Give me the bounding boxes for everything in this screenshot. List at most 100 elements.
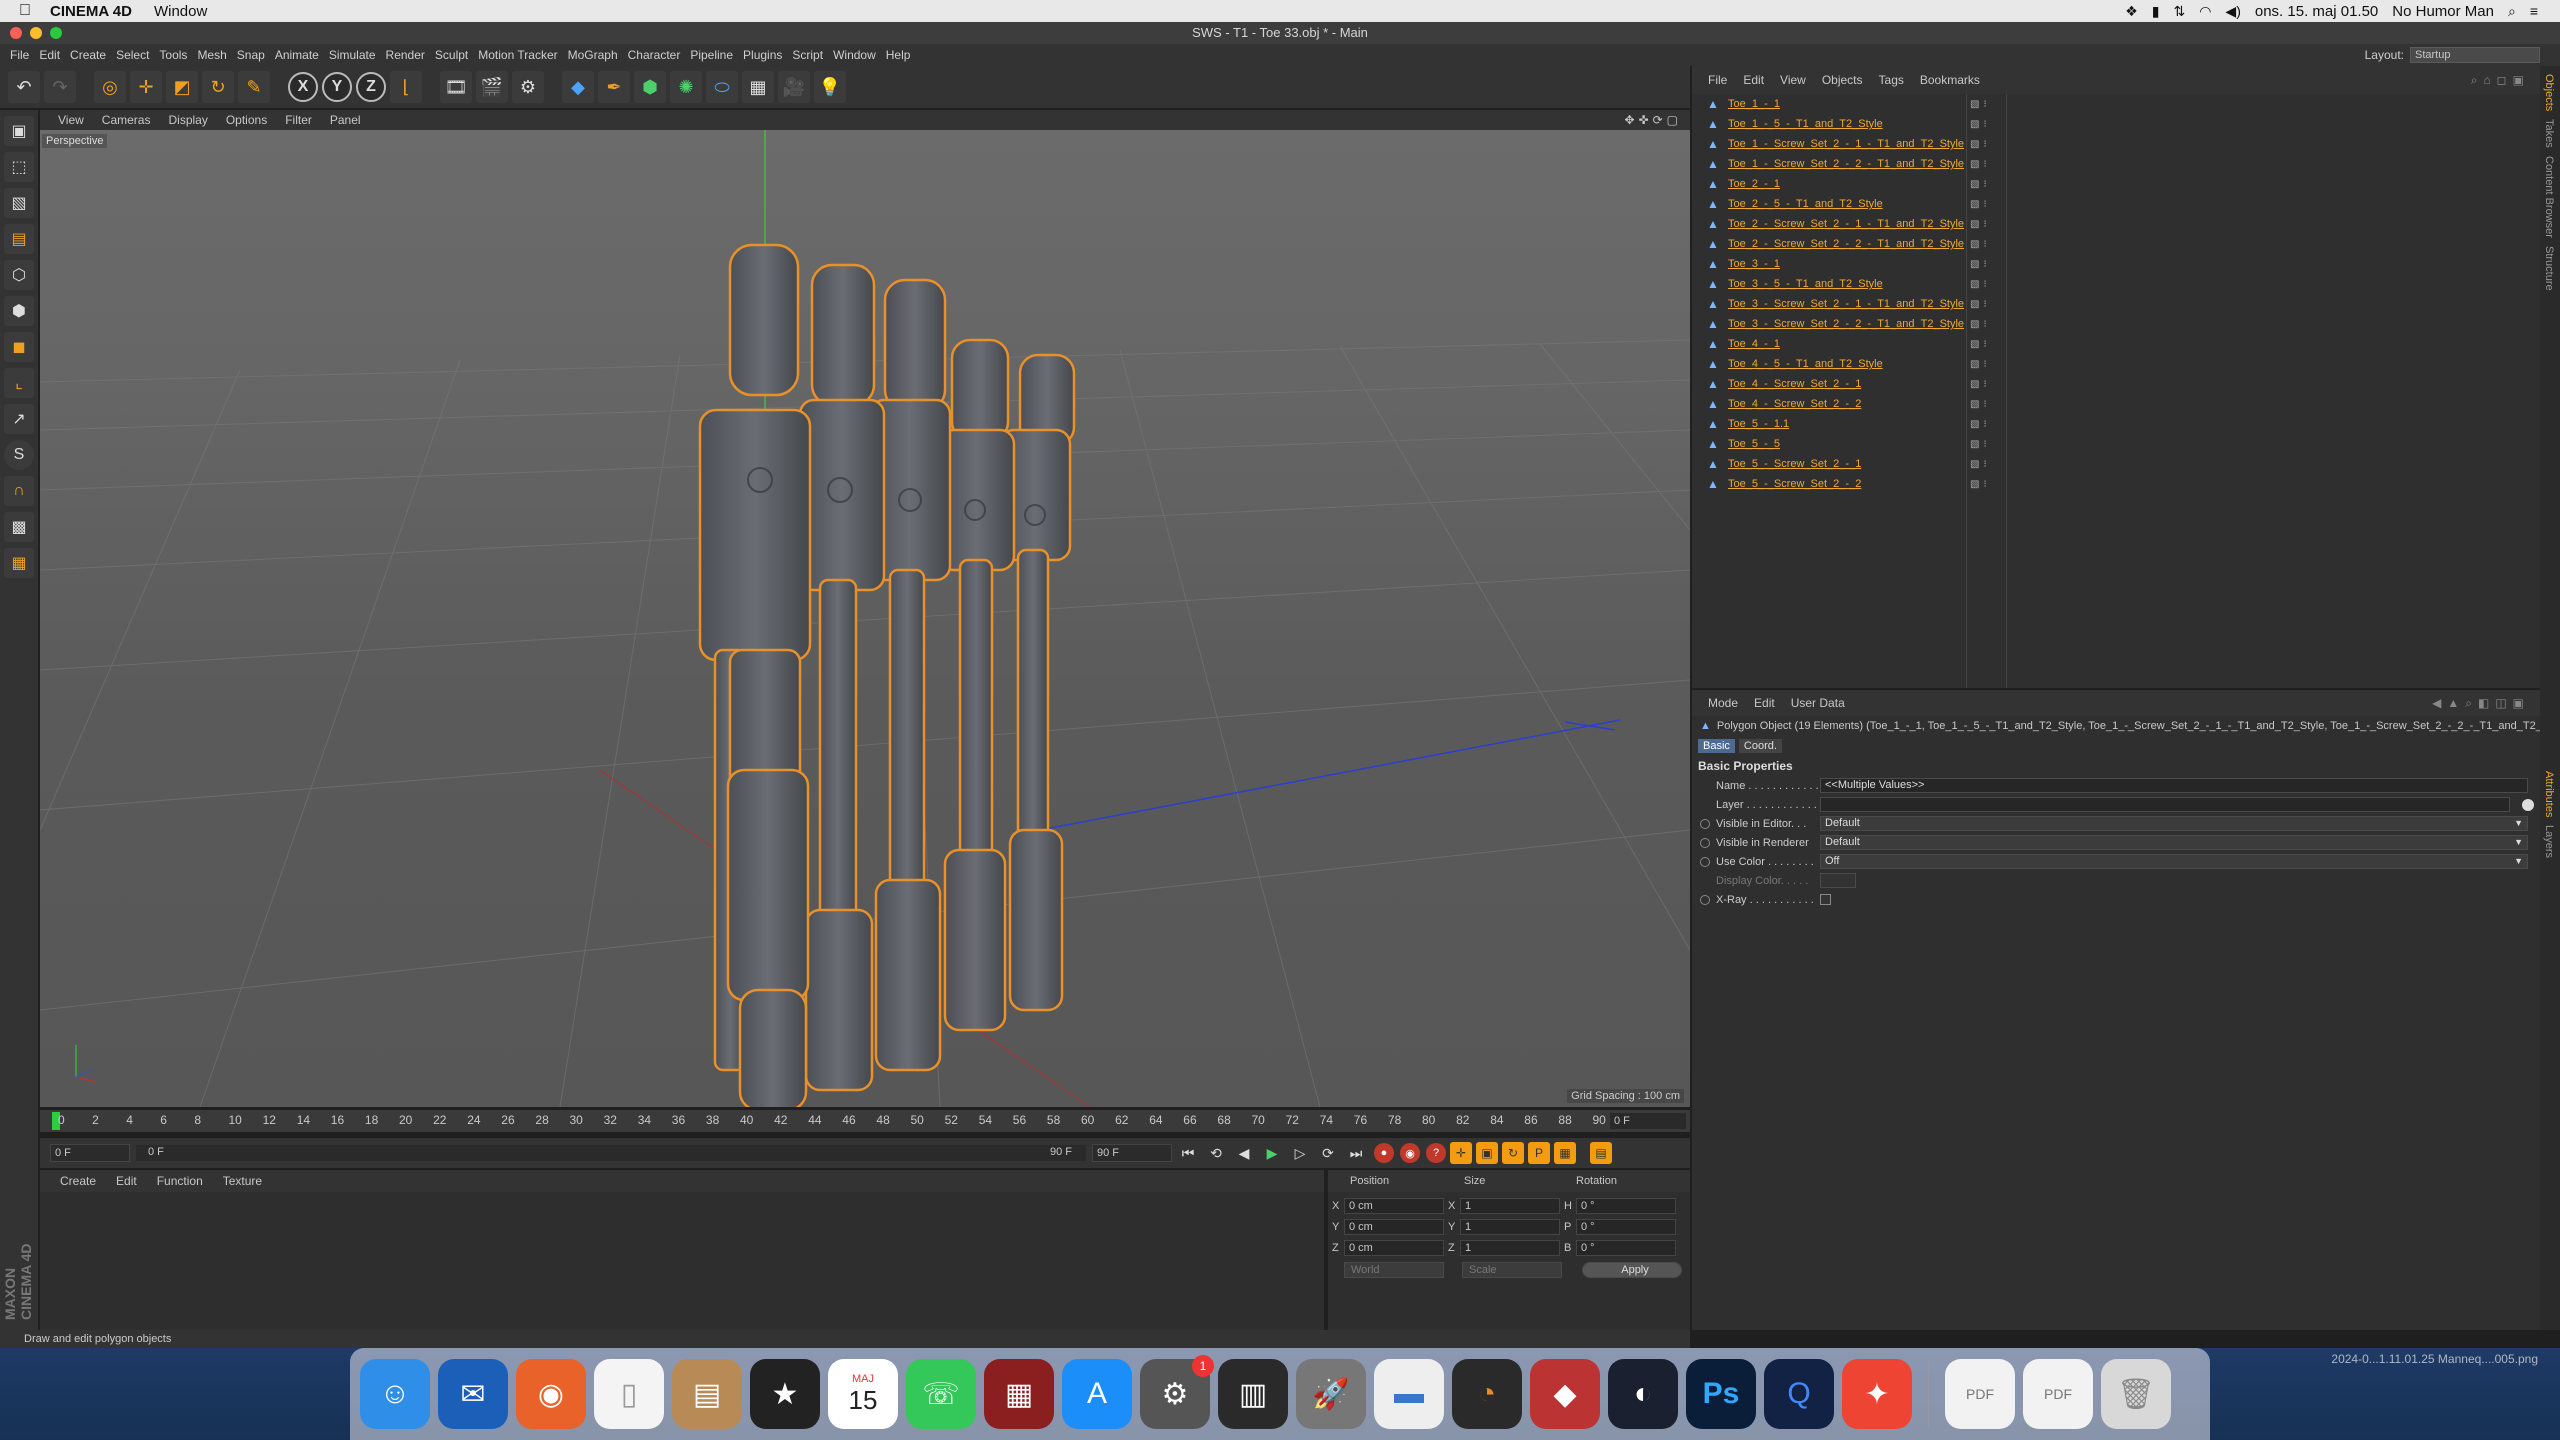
- z-axis-lock-icon[interactable]: Z: [356, 72, 386, 102]
- pdf-document-icon-2[interactable]: PDF: [2023, 1359, 2093, 1429]
- visibility-dots-icon[interactable]: ⁝: [1983, 359, 1986, 370]
- cube-icon[interactable]: ◆: [562, 71, 594, 103]
- viewport-camera-label[interactable]: Perspective: [42, 134, 108, 148]
- position-x-field[interactable]: 0 cm: [1344, 1198, 1444, 1214]
- viewport-menu-options[interactable]: Options: [226, 113, 267, 127]
- object-name[interactable]: Toe_2_-_Screw_Set_2_-_2_-_T1_and_T2_Styl…: [1728, 238, 1968, 250]
- size-y-field[interactable]: 1: [1460, 1219, 1560, 1235]
- material-menu-function[interactable]: Function: [157, 1174, 203, 1188]
- play-icon[interactable]: ▶: [1260, 1141, 1284, 1165]
- object-name[interactable]: Toe_5_-_5: [1728, 438, 1968, 450]
- coordinate-system-icon[interactable]: ⌊: [390, 71, 422, 103]
- menu-plugins[interactable]: Plugins: [743, 48, 782, 62]
- visibility-dots-icon[interactable]: ⁝: [1983, 179, 1986, 190]
- brush-app-icon[interactable]: ✦: [1842, 1359, 1912, 1429]
- render-view-icon[interactable]: 🎞: [440, 71, 472, 103]
- edit-object-icon[interactable]: ▧: [1970, 439, 1979, 450]
- cloner-icon[interactable]: ✺: [670, 71, 702, 103]
- coord-space-dropdown[interactable]: World: [1344, 1262, 1444, 1278]
- menu-mograph[interactable]: MoGraph: [568, 48, 618, 62]
- visibility-dots-icon[interactable]: ⁝: [1983, 219, 1986, 230]
- edit-object-icon[interactable]: ▧: [1970, 279, 1979, 290]
- visible-in-editor-dropdown[interactable]: Default ▼: [1820, 816, 2528, 831]
- om-menu-file[interactable]: File: [1708, 73, 1727, 87]
- object-visibility-toggles[interactable]: ▧ ⁝: [1970, 359, 1987, 370]
- menu-file[interactable]: File: [10, 48, 29, 62]
- current-frame-field[interactable]: 0 F: [1610, 1113, 1686, 1129]
- size-x-field[interactable]: 1: [1460, 1198, 1560, 1214]
- key-scale-icon[interactable]: ▣: [1476, 1142, 1498, 1164]
- object-visibility-toggles[interactable]: ▧ ⁝: [1970, 479, 1987, 490]
- edit-object-icon[interactable]: ▧: [1970, 179, 1979, 190]
- visibility-dots-icon[interactable]: ⁝: [1983, 399, 1986, 410]
- volume-icon[interactable]: ◀): [2225, 3, 2240, 20]
- y-axis-lock-icon[interactable]: Y: [322, 72, 352, 102]
- object-name[interactable]: Toe_1_-_Screw_Set_2_-_2_-_T1_and_T2_Styl…: [1728, 158, 1968, 170]
- render-picture-viewer-icon[interactable]: 🎬: [476, 71, 508, 103]
- object-row[interactable]: ▲ Toe_1_-_Screw_Set_2_-_2_-_T1_and_T2_Sty…: [1692, 154, 2540, 174]
- tab-basic[interactable]: Basic: [1698, 739, 1735, 753]
- object-visibility-toggles[interactable]: ▧ ⁝: [1970, 319, 1987, 330]
- control-center-icon[interactable]: ≡: [2530, 3, 2538, 19]
- edit-object-icon[interactable]: ▧: [1970, 159, 1979, 170]
- photoshop-icon[interactable]: Ps: [1686, 1359, 1756, 1429]
- object-name[interactable]: Toe_5_-_Screw_Set_2_-_1: [1728, 458, 1968, 470]
- viewport-menu-cameras[interactable]: Cameras: [102, 113, 151, 127]
- start-frame-field[interactable]: 0 F: [50, 1144, 130, 1162]
- blender-icon[interactable]: ◔: [1452, 1359, 1522, 1429]
- x-axis-lock-icon[interactable]: X: [288, 72, 318, 102]
- edit-object-icon[interactable]: ▧: [1970, 359, 1979, 370]
- visibility-dots-icon[interactable]: ⁝: [1983, 479, 1986, 490]
- object-visibility-toggles[interactable]: ▧ ⁝: [1970, 339, 1987, 350]
- redo-icon[interactable]: ↷: [44, 71, 76, 103]
- om-menu-view[interactable]: View: [1780, 73, 1806, 87]
- object-row[interactable]: ▲ Toe_5_-_Screw_Set_2_-_2 ▧ ⁝: [1692, 474, 2540, 494]
- light-icon[interactable]: 💡: [814, 71, 846, 103]
- object-row[interactable]: ▲ Toe_1_-_5_-_T1_and_T2_Style ▧ ⁝: [1692, 114, 2540, 134]
- key-rotation-icon[interactable]: ↻: [1502, 1142, 1524, 1164]
- visibility-dots-icon[interactable]: ⁝: [1983, 319, 1986, 330]
- object-row[interactable]: ▲ Toe_5_-_5 ▧ ⁝: [1692, 434, 2540, 454]
- make-editable-icon[interactable]: ▣: [4, 116, 34, 146]
- menu-pipeline[interactable]: Pipeline: [690, 48, 733, 62]
- edit-object-icon[interactable]: ▧: [1970, 479, 1979, 490]
- system-preferences-icon[interactable]: ⚙ 1: [1140, 1355, 1214, 1429]
- tweak-icon[interactable]: ↗: [4, 404, 34, 434]
- texture-mode-icon[interactable]: ▧: [4, 188, 34, 218]
- menu-help[interactable]: Help: [886, 48, 911, 62]
- wifi-icon[interactable]: ◠: [2199, 3, 2211, 20]
- am-menu-mode[interactable]: Mode: [1708, 696, 1738, 710]
- visibility-dots-icon[interactable]: ⁝: [1983, 119, 1986, 130]
- object-row[interactable]: ▲ Toe_3_-_1 ▧ ⁝: [1692, 254, 2540, 274]
- imovie-icon[interactable]: ★: [750, 1359, 820, 1429]
- edit-object-icon[interactable]: ▧: [1970, 119, 1979, 130]
- side-tab-takes[interactable]: Takes: [2543, 119, 2555, 148]
- om-toolbar-icons[interactable]: ⌕⌂◻▣: [2471, 73, 2530, 88]
- am-menu-edit[interactable]: Edit: [1754, 696, 1775, 710]
- planar-workplane-icon[interactable]: ▦: [4, 548, 34, 578]
- preview-range-slider[interactable]: 0 F 90 F: [136, 1145, 1086, 1161]
- visibility-dots-icon[interactable]: ⁝: [1983, 159, 1986, 170]
- dropbox-icon[interactable]: ❖: [2125, 3, 2138, 20]
- layer-field[interactable]: [1820, 797, 2510, 812]
- side-tab-structure[interactable]: Structure: [2543, 246, 2555, 291]
- object-row[interactable]: ▲ Toe_1_-_Screw_Set_2_-_1_-_T1_and_T2_Sty…: [1692, 134, 2540, 154]
- object-row[interactable]: ▲ Toe_2_-_Screw_Set_2_-_2_-_T1_and_T2_Sty…: [1692, 234, 2540, 254]
- visibility-dots-icon[interactable]: ⁝: [1983, 279, 1986, 290]
- clock[interactable]: ons. 15. maj 01.50: [2255, 3, 2378, 20]
- quicktime-icon[interactable]: Q: [1764, 1359, 1834, 1429]
- edit-object-icon[interactable]: ▧: [1970, 239, 1979, 250]
- rotate-icon[interactable]: ↻: [202, 71, 234, 103]
- finder-icon[interactable]: ☺: [360, 1359, 430, 1429]
- object-visibility-toggles[interactable]: ▧ ⁝: [1970, 419, 1987, 430]
- edit-object-icon[interactable]: ▧: [1970, 299, 1979, 310]
- minimize-window-icon[interactable]: [30, 27, 42, 39]
- object-row[interactable]: ▲ Toe_3_-_Screw_Set_2_-_1_-_T1_and_T2_Sty…: [1692, 294, 2540, 314]
- autokeying-icon[interactable]: ◉: [1400, 1143, 1420, 1163]
- menu-animate[interactable]: Animate: [275, 48, 319, 62]
- subdivision-icon[interactable]: ⬢: [634, 71, 666, 103]
- xray-animate-icon[interactable]: [1700, 894, 1710, 905]
- key-point-level-icon[interactable]: ▦: [1554, 1142, 1576, 1164]
- scale-icon[interactable]: ◩: [166, 71, 198, 103]
- use-color-dropdown[interactable]: Off ▼: [1820, 854, 2528, 869]
